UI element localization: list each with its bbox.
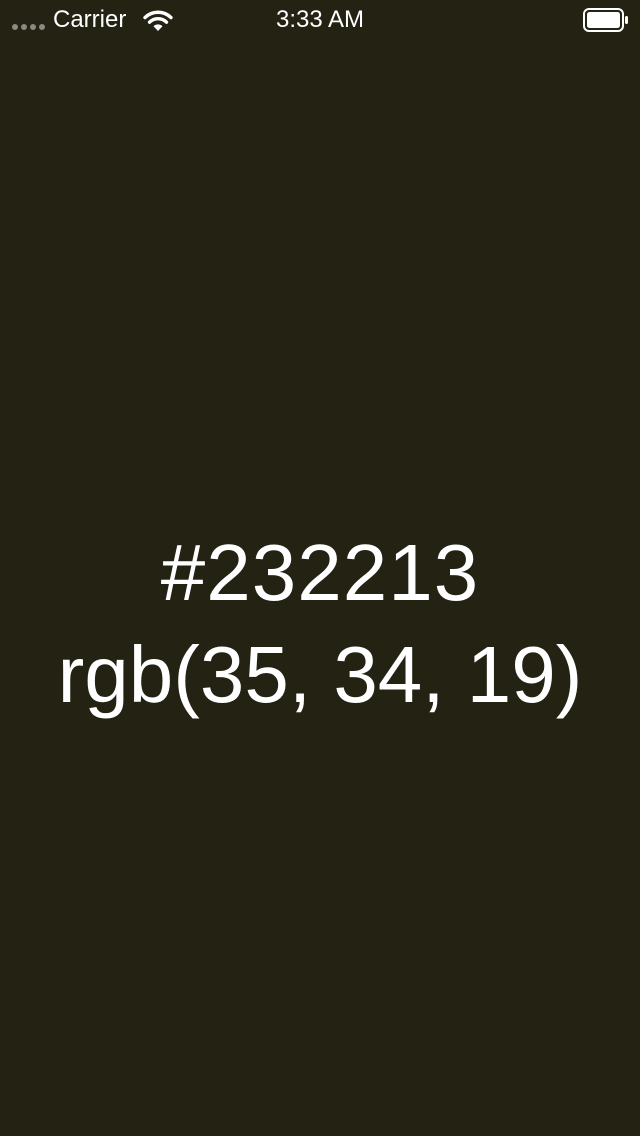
hex-value: #232213 [160,528,480,617]
battery-icon [583,8,628,32]
status-bar: Carrier 3:33 AM [0,0,640,40]
color-info: #232213 rgb(35, 34, 19) [0,527,640,731]
status-time: 3:33 AM [275,6,365,33]
rgb-value: rgb(35, 34, 19) [57,630,583,719]
